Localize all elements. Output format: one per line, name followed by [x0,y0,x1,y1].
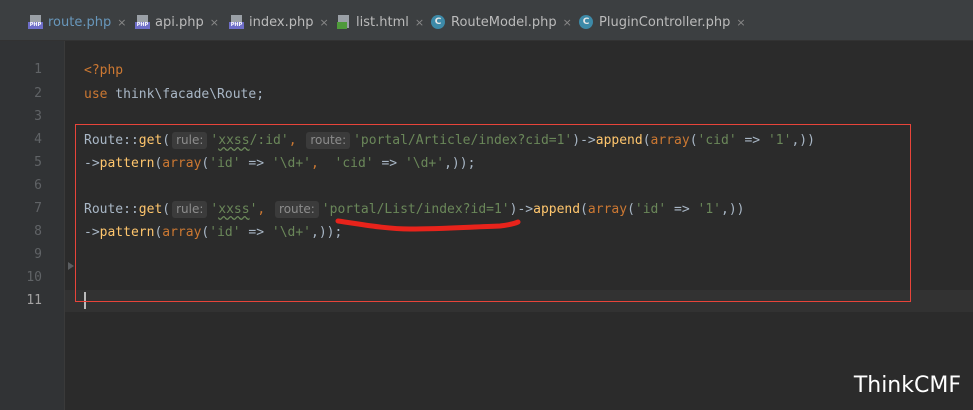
annotation-underline-stroke [335,218,521,232]
code-editor: PHP route.php × PHP api.php × PHP index.… [0,0,973,410]
watermark-text: ThinkCMF [853,373,961,398]
